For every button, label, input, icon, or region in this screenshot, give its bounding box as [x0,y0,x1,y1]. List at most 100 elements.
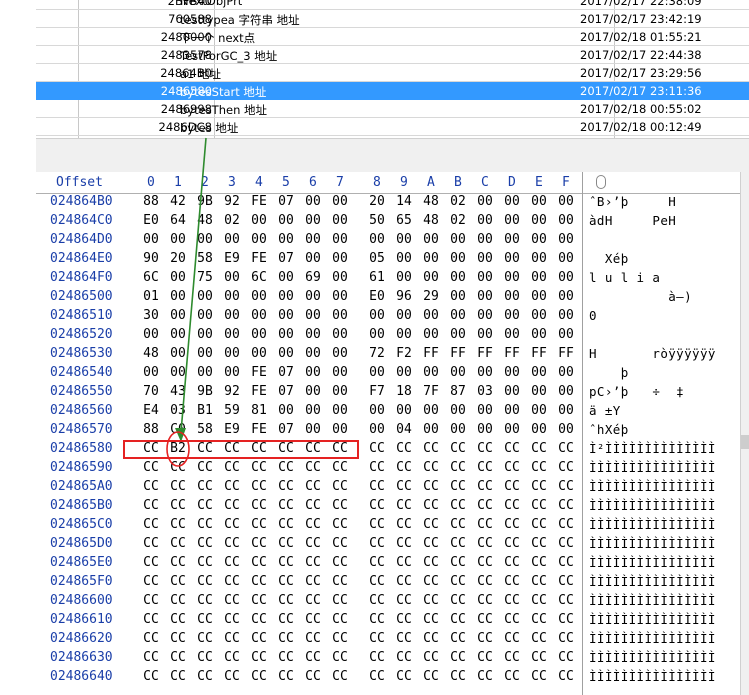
byte-cell[interactable]: CC [196,631,214,646]
hex-row[interactable]: 02486640 CC CC CC CC CC CC CC CC CC CC CC CC CC CC CC CC… [36,668,749,687]
byte-cell[interactable]: 00 [395,308,413,323]
ascii-text[interactable]: 0 [589,308,597,323]
byte-cell[interactable]: 48 [196,213,214,228]
byte-cell[interactable]: 96 [395,289,413,304]
byte-cell[interactable]: CC [169,517,187,532]
ascii-text[interactable]: ÌÌÌÌÌÌÌÌÌÌÌÌÌÌÌÌ [589,460,716,475]
byte-cell[interactable]: CC [530,536,548,551]
byte-cell[interactable]: FF [422,346,440,361]
byte-cell[interactable]: CC [304,517,322,532]
byte-cell[interactable]: E0 [368,289,386,304]
byte-cell[interactable]: CC [250,460,268,475]
byte-cell[interactable]: 00 [557,422,575,437]
byte-cell[interactable]: CC [395,555,413,570]
byte-cell[interactable]: 00 [503,403,521,418]
byte-cell[interactable]: FF [449,346,467,361]
byte-cell[interactable]: CC [368,536,386,551]
byte-cell[interactable]: 00 [422,422,440,437]
byte-cell[interactable]: CC [395,536,413,551]
byte-cell[interactable]: 43 [169,384,187,399]
byte-cell[interactable]: 00 [331,384,349,399]
hex-row[interactable]: 02486550 70 43 9B 92 FE 07 00 00 F7 18 7F 87 03 00 00 00… [36,383,749,402]
byte-cell[interactable]: CC [169,498,187,513]
byte-cell[interactable]: 00 [530,308,548,323]
byte-cell[interactable]: 00 [331,365,349,380]
byte-cell[interactable]: CC [503,631,521,646]
byte-cell[interactable]: CC [368,631,386,646]
ascii-text[interactable]: àdH PeH [589,213,676,228]
byte-cell[interactable]: CC [331,555,349,570]
byte-cell[interactable]: CC [422,631,440,646]
byte-cell[interactable]: 00 [169,346,187,361]
ascii-text[interactable]: Ì²ÌÌÌÌÌÌÌÌÌÌÌÌÌÌ [589,441,716,456]
byte-cell[interactable]: CC [557,669,575,684]
byte-cell[interactable]: CC [422,536,440,551]
byte-cell[interactable]: 00 [277,308,295,323]
byte-cell[interactable]: CC [449,555,467,570]
byte-cell[interactable]: 72 [368,346,386,361]
byte-cell[interactable]: CC [422,555,440,570]
byte-cell[interactable]: 00 [223,289,241,304]
byte-cell[interactable]: 00 [557,270,575,285]
byte-cell[interactable]: CC [476,460,494,475]
byte-cell[interactable]: CC [476,669,494,684]
byte-cell[interactable]: 00 [277,213,295,228]
hex-row[interactable]: 02486620 CC CC CC CC CC CC CC CC CC CC CC CC CC CC CC CC… [36,630,749,649]
byte-cell[interactable]: 03 [476,384,494,399]
byte-cell[interactable]: CC [476,441,494,456]
byte-cell[interactable]: CC [196,536,214,551]
byte-cell[interactable]: 00 [530,194,548,209]
byte-cell[interactable]: CC [503,498,521,513]
byte-cell[interactable]: CC [277,555,295,570]
byte-cell[interactable]: CC [530,631,548,646]
byte-cell[interactable]: CC [530,517,548,532]
byte-cell[interactable]: 00 [476,327,494,342]
byte-cell[interactable]: 00 [476,194,494,209]
byte-cell[interactable]: CC [449,498,467,513]
bookmark-row[interactable]: 2486DC8 bytes 地址 2017/02/18 00:12:49 [36,118,749,136]
byte-cell[interactable]: CC [422,441,440,456]
byte-cell[interactable]: 90 [142,251,160,266]
byte-cell[interactable]: CC [530,612,548,627]
byte-cell[interactable]: CC [368,612,386,627]
byte-cell[interactable]: CC [331,612,349,627]
bookmark-row[interactable]: 2486580 bytesStart 地址 2017/02/17 23:11:36 [36,82,749,100]
byte-cell[interactable]: CC [557,593,575,608]
byte-cell[interactable]: CC [196,574,214,589]
byte-cell[interactable]: 07 [277,365,295,380]
byte-cell[interactable]: 00 [557,384,575,399]
byte-cell[interactable]: CC [557,631,575,646]
byte-cell[interactable]: 00 [250,327,268,342]
byte-cell[interactable]: CC [196,517,214,532]
byte-cell[interactable]: 00 [530,384,548,399]
byte-cell[interactable]: CC [331,536,349,551]
byte-cell[interactable]: CC [196,669,214,684]
byte-cell[interactable]: CC [395,612,413,627]
byte-cell[interactable]: 00 [368,403,386,418]
hex-row[interactable]: 02486580 CC B2 CC CC CC CC CC CC CC CC CC CC CC CC CC CC… [36,440,749,459]
byte-cell[interactable]: CC [277,669,295,684]
byte-cell[interactable]: 04 [395,422,413,437]
byte-cell[interactable]: CC [277,460,295,475]
byte-cell[interactable]: FE [250,384,268,399]
byte-cell[interactable]: CC [395,517,413,532]
byte-cell[interactable]: 00 [476,232,494,247]
byte-cell[interactable]: 00 [277,270,295,285]
byte-cell[interactable]: CC [449,517,467,532]
byte-cell[interactable]: CC [250,517,268,532]
byte-cell[interactable]: CC [250,669,268,684]
byte-cell[interactable]: 9B [196,384,214,399]
byte-cell[interactable]: CC [530,460,548,475]
hex-row[interactable]: 02486510 30 00 00 00 00 00 00 00 00 00 00 00 00 00 00 00… [36,307,749,326]
byte-cell[interactable]: 00 [395,270,413,285]
byte-cell[interactable]: 00 [557,403,575,418]
byte-cell[interactable]: CC [530,441,548,456]
byte-cell[interactable]: 00 [250,308,268,323]
byte-cell[interactable]: E4 [142,403,160,418]
byte-cell[interactable]: CC [223,517,241,532]
byte-cell[interactable]: 00 [449,251,467,266]
byte-cell[interactable]: CC [557,650,575,665]
byte-cell[interactable]: 00 [422,270,440,285]
byte-cell[interactable]: 48 [422,213,440,228]
byte-cell[interactable]: CC [223,555,241,570]
